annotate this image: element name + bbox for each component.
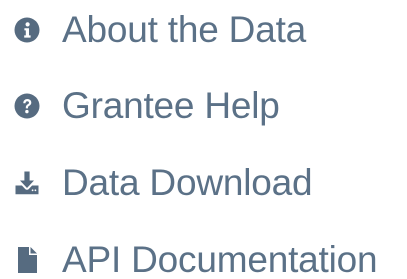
nav-item-label: Grantee Help <box>62 85 280 126</box>
resource-nav: About the Data Grantee Help Data Downloa… <box>0 0 407 279</box>
nav-item-label: About the Data <box>62 9 307 50</box>
nav-item-label: API Documentation <box>62 239 378 279</box>
download-icon <box>13 169 41 197</box>
nav-item-label: Data Download <box>62 162 313 203</box>
file-icon <box>13 246 41 274</box>
info-circle-icon <box>13 16 41 44</box>
question-circle-icon <box>13 92 41 120</box>
